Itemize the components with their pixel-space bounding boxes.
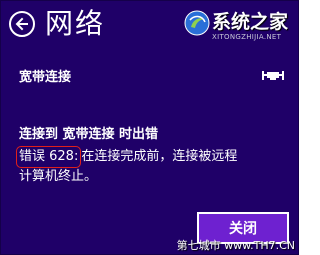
watermark-th7: 第七城市 www.TH7.CN bbox=[176, 239, 295, 252]
error-title: 连接到 宽带连接 时出错 bbox=[19, 127, 159, 142]
watermark-url: XITONGZHIJIA.NET bbox=[212, 33, 282, 41]
back-button[interactable] bbox=[9, 11, 35, 37]
page-title: 网络 bbox=[45, 7, 106, 40]
error-message-line-1: 错误 628: 在连接完成前，连接被远程 bbox=[16, 146, 238, 168]
ethernet-icon bbox=[262, 71, 284, 80]
back-arrow-icon bbox=[15, 17, 28, 31]
watermark-name: 系统之家 bbox=[212, 11, 289, 33]
panel-header: 网络 bbox=[9, 7, 105, 41]
connection-item[interactable]: 宽带连接 bbox=[19, 65, 284, 85]
network-panel: 网络 系统之家 XITONGZHIJIA.NET 宽带连接 连接到 宽带连接 时… bbox=[0, 0, 299, 255]
connection-name: 宽带连接 bbox=[19, 69, 72, 85]
error-code: 错误 628: bbox=[16, 146, 82, 168]
error-message-line-2: 计算机终止。 bbox=[19, 169, 98, 184]
xitongzhijia-logo-icon bbox=[184, 10, 210, 36]
error-text-part-1: 在连接完成前，连接被远程 bbox=[81, 149, 238, 164]
watermark-logo: 系统之家 XITONGZHIJIA.NET bbox=[184, 6, 294, 44]
